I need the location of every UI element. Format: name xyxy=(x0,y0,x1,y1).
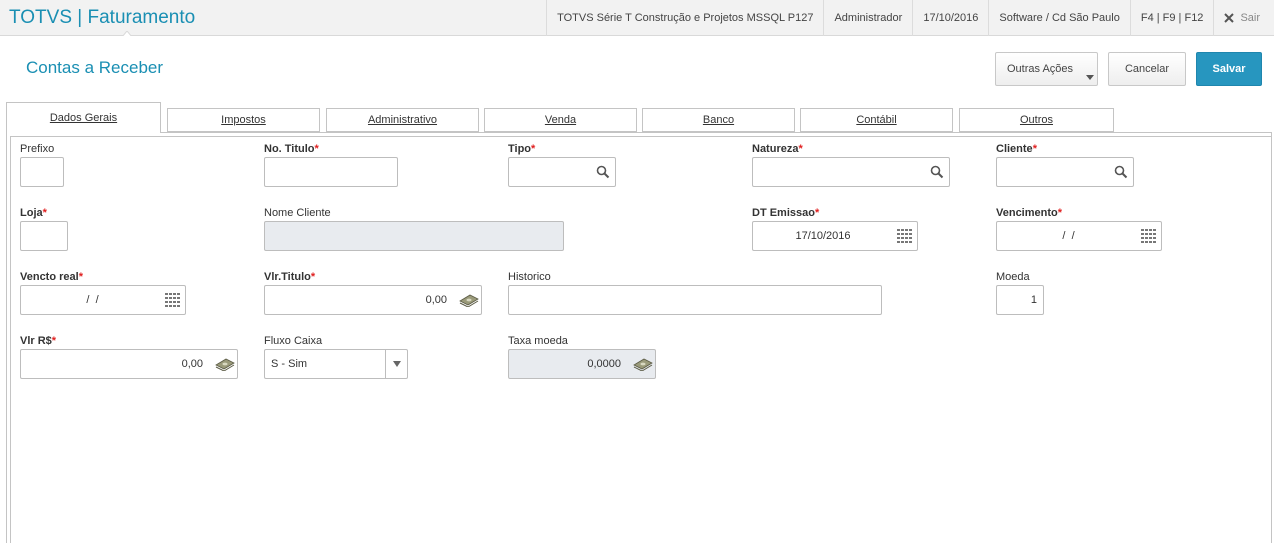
more-actions-button[interactable]: Outras Ações xyxy=(995,52,1098,86)
top-bar: TOTVS | Faturamento TOTVS Série T Constr… xyxy=(0,0,1274,37)
close-icon xyxy=(1224,13,1235,23)
vlr-rs-label: Vlr R$* xyxy=(20,335,57,347)
search-icon[interactable] xyxy=(925,158,949,186)
search-icon[interactable] xyxy=(1109,158,1133,186)
user-info[interactable]: Administrador xyxy=(823,0,912,36)
tab-administrativo[interactable]: Administrativo xyxy=(326,108,479,132)
vlr-titulo-field[interactable]: 0,00 xyxy=(264,285,482,315)
vencto-real-label: Vencto real* xyxy=(20,271,83,283)
calendar-icon[interactable] xyxy=(1137,222,1161,250)
exit-button[interactable]: Sair xyxy=(1213,0,1274,36)
company-info[interactable]: Software / Cd São Paulo xyxy=(988,0,1129,36)
exit-label: Sair xyxy=(1240,12,1260,24)
money-icon[interactable] xyxy=(213,350,237,378)
page-header: Contas a Receber Outras Ações Cancelar S… xyxy=(0,36,1274,100)
calendar-icon[interactable] xyxy=(161,286,185,314)
cliente-field[interactable] xyxy=(996,157,1134,187)
dt-emissao-field[interactable]: 17/10/2016 xyxy=(752,221,918,251)
no-titulo-field[interactable] xyxy=(264,157,398,187)
tab-venda[interactable]: Venda xyxy=(484,108,637,132)
environment-info[interactable]: TOTVS Série T Construção e Projetos MSSQ… xyxy=(546,0,823,36)
page-title: Contas a Receber xyxy=(26,58,164,77)
tipo-field[interactable] xyxy=(508,157,616,187)
date-info[interactable]: 17/10/2016 xyxy=(912,0,988,36)
natureza-label: Natureza* xyxy=(752,143,803,155)
shortcuts-info[interactable]: F4 | F9 | F12 xyxy=(1129,0,1214,36)
historico-field[interactable] xyxy=(508,285,882,315)
vencimento-label: Vencimento* xyxy=(996,207,1063,219)
tab-impostos[interactable]: Impostos xyxy=(167,108,320,132)
fluxo-caixa-select[interactable]: S - Sim xyxy=(264,349,408,379)
form-panel xyxy=(6,132,1272,543)
tab-dados-gerais[interactable]: Dados Gerais xyxy=(6,102,161,133)
money-icon xyxy=(631,350,655,378)
historico-label: Historico xyxy=(508,271,551,283)
money-icon[interactable] xyxy=(457,286,481,314)
chevron-down-icon xyxy=(1086,75,1094,80)
tab-banco[interactable]: Banco xyxy=(642,108,795,132)
loja-label: Loja* xyxy=(20,207,47,219)
taxa-moeda-field: 0,0000 xyxy=(508,349,656,379)
app-title: TOTVS | Faturamento xyxy=(9,7,196,28)
vlr-rs-field[interactable]: 0,00 xyxy=(20,349,238,379)
tab-contabil[interactable]: Contábil xyxy=(800,108,953,132)
search-icon[interactable] xyxy=(591,158,615,186)
nome-cliente-label: Nome Cliente xyxy=(264,207,331,219)
vlr-titulo-label: Vlr.Titulo* xyxy=(264,271,316,283)
tab-outros[interactable]: Outros xyxy=(959,108,1114,132)
vencimento-field[interactable]: / / xyxy=(996,221,1162,251)
save-button[interactable]: Salvar xyxy=(1196,52,1262,86)
taxa-moeda-label: Taxa moeda xyxy=(508,335,568,347)
nome-cliente-field xyxy=(264,221,564,251)
moeda-label: Moeda xyxy=(996,271,1030,283)
calendar-icon[interactable] xyxy=(893,222,917,250)
dt-emissao-label: DT Emissao* xyxy=(752,207,820,219)
loja-field[interactable] xyxy=(20,221,68,251)
chevron-down-icon[interactable] xyxy=(385,350,407,378)
fluxo-caixa-label: Fluxo Caixa xyxy=(264,335,323,347)
tab-bar: Dados Gerais Impostos Administrativo Ven… xyxy=(0,100,1274,133)
prefixo-label: Prefixo xyxy=(20,143,55,155)
no-titulo-label: No. Titulo* xyxy=(264,143,319,155)
cancel-button[interactable]: Cancelar xyxy=(1108,52,1186,86)
tipo-label: Tipo* xyxy=(508,143,536,155)
prefixo-field[interactable] xyxy=(20,157,64,187)
vencto-real-field[interactable]: / / xyxy=(20,285,186,315)
natureza-field[interactable] xyxy=(752,157,950,187)
form-panel-inner xyxy=(10,136,1271,543)
moeda-field[interactable]: 1 xyxy=(996,285,1044,315)
more-actions-label: Outras Ações xyxy=(1007,63,1074,75)
cliente-label: Cliente* xyxy=(996,143,1037,155)
